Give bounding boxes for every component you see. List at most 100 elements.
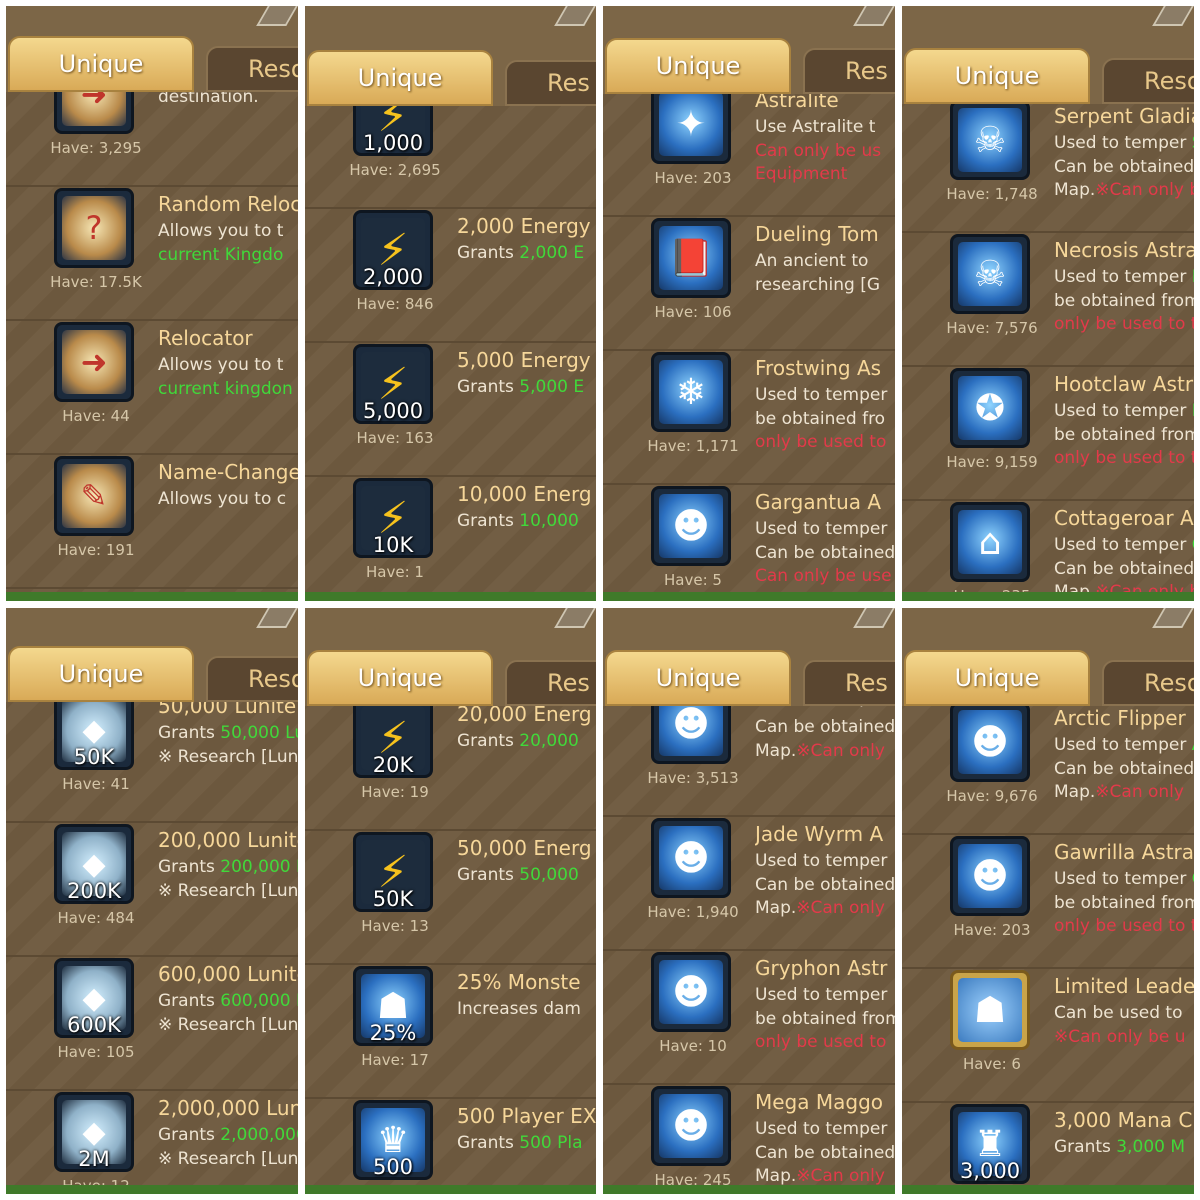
mega-maggot-astral-icon[interactable]: ☻ xyxy=(651,1086,731,1166)
inventory-item[interactable]: ? Have: 17.5K Random Reloc Allows you to t c… xyxy=(6,182,298,321)
description-text: An ancient to xyxy=(755,251,869,271)
close-button[interactable] xyxy=(853,608,895,628)
inventory-item[interactable]: ➜ Have: 44 Relocator Allows you to t current… xyxy=(6,316,298,455)
cottageroar-astral-icon[interactable]: ⌂ xyxy=(950,502,1030,582)
tab-unique[interactable]: Unique xyxy=(605,38,791,94)
monster-damage-boost-icon[interactable]: ☗ 25% xyxy=(353,966,433,1046)
relocator-icon[interactable]: ➜ xyxy=(54,322,134,402)
tab-unique[interactable]: Unique xyxy=(8,36,194,92)
inventory-item[interactable]: ☗ Have: 6 Limited Leade Can be used to ※Can … xyxy=(902,964,1194,1103)
close-button[interactable] xyxy=(853,6,895,26)
tab-unique[interactable]: Unique xyxy=(307,50,493,106)
tab-resources[interactable]: Res xyxy=(505,660,596,706)
tab-unique[interactable]: Unique xyxy=(8,646,194,702)
mana-throne-icon[interactable]: ♜ 3,000 xyxy=(950,1104,1030,1184)
gawrilla-astral-icon[interactable]: ☻ xyxy=(950,836,1030,916)
tab-bar: Unique Res xyxy=(305,6,596,106)
energy-bolt-icon[interactable]: ⚡ 50K xyxy=(353,832,433,912)
lunite-crystal-icon[interactable]: ◆ 200K xyxy=(54,824,134,904)
tab-resources[interactable]: Reso xyxy=(206,46,298,92)
tab-unique[interactable]: Unique xyxy=(904,650,1090,706)
tab-resources[interactable]: Res xyxy=(505,60,596,106)
energy-bolt-icon[interactable]: ⚡ 10K xyxy=(353,478,433,558)
item-name: Name-Change xyxy=(158,460,298,484)
inventory-item[interactable]: ◆ 600K Have: 105 600,000 Lunite Grants 600,0… xyxy=(6,952,298,1091)
item-name: Limited Leade xyxy=(1054,974,1194,998)
inventory-item[interactable]: ⚡ 5,000 Have: 163 5,000 Energy Grants 5,000 … xyxy=(305,338,596,477)
inventory-item[interactable]: ☻ Have: 245 Mega Maggo Used to temper Can be… xyxy=(603,1080,895,1194)
close-button[interactable] xyxy=(554,6,596,26)
tab-unique[interactable]: Unique xyxy=(605,650,791,706)
gryphon-astral-icon[interactable]: ☻ xyxy=(651,952,731,1032)
item-description: Grants 50,000 xyxy=(457,865,596,885)
item-name: Gawrilla Astra xyxy=(1054,840,1194,864)
dueling-tome-icon[interactable]: 📕 xyxy=(651,218,731,298)
item-name: Jade Wyrm A xyxy=(755,822,884,846)
limited-leader-mask-icon[interactable]: ☗ xyxy=(950,970,1030,1050)
close-button[interactable] xyxy=(554,608,596,628)
energy-bolt-icon[interactable]: ⚡ 5,000 xyxy=(353,344,433,424)
lunite-crystal-icon[interactable]: ◆ 2M xyxy=(54,1092,134,1172)
warning-text: only be used to te xyxy=(1054,314,1194,334)
arctic-flipper-astral-icon[interactable]: ☻ xyxy=(950,702,1030,782)
tab-resources[interactable]: Resou xyxy=(1102,58,1194,104)
item-name: Necrosis Astra xyxy=(1054,238,1194,262)
item-description: Grants 50,000 Lu xyxy=(158,723,298,743)
close-button[interactable] xyxy=(256,608,298,628)
tab-resources[interactable]: Res xyxy=(803,48,895,94)
inventory-item[interactable]: ◆2M Have: 12 2,000,000 Lunit Grants 2,000,0… xyxy=(6,1086,298,1194)
inventory-item[interactable]: ⚡ 10K Have: 1 10,000 Energ Grants 10,000 xyxy=(305,472,596,601)
inventory-item[interactable]: ✎ Have: 191 Name-Change Allows you to c xyxy=(6,450,298,589)
tab-bar: Unique Res xyxy=(305,608,596,706)
tab-unique[interactable]: Unique xyxy=(904,48,1090,104)
name-change-icon[interactable]: ✎ xyxy=(54,456,134,536)
inventory-item[interactable]: ☗ 25% Have: 17 25% Monste Increases dam xyxy=(305,960,596,1099)
inventory-item[interactable]: ☠ Have: 7,576 Necrosis Astra Used to temper… xyxy=(902,228,1194,367)
frostwing-astral-icon[interactable]: ❄ xyxy=(651,352,731,432)
description-text: Used to temper xyxy=(1054,401,1192,421)
inventory-item[interactable]: ⚡ 20K Have: 19 20,000 Energ Grants 20,000 xyxy=(305,692,596,831)
tab-resources[interactable]: Resou xyxy=(206,656,298,702)
inventory-item[interactable]: ☻ Have: 9,676 Arctic Flipper Used to temper… xyxy=(902,696,1194,835)
inventory-item[interactable]: ☻ Have: 1,940 Jade Wyrm A Used to temper Can… xyxy=(603,812,895,951)
inventory-item[interactable]: ♛ 500 500 Player EX Grants 500 Pla xyxy=(305,1094,596,1194)
gargantua-astral-icon[interactable]: ☻ xyxy=(651,486,731,566)
item-name: Arctic Flipper xyxy=(1054,706,1186,730)
icon-amount-label: 2M xyxy=(78,1147,110,1171)
inventory-item[interactable]: ✦ Have: 203 Astralite Use Astralite t Can on… xyxy=(603,78,895,217)
lunite-crystal-icon[interactable]: ◆ 50K xyxy=(54,690,134,770)
close-button[interactable] xyxy=(1152,6,1194,26)
hootclaw-astral-icon[interactable]: ✪ xyxy=(950,368,1030,448)
inventory-item[interactable]: 📕 Have: 106 Dueling Tom An ancient to resear… xyxy=(603,212,895,351)
item-description: only be used to te xyxy=(1054,314,1194,334)
close-button[interactable] xyxy=(256,6,298,26)
tab-unique[interactable]: Unique xyxy=(307,650,493,706)
warning-text: ※Can only be u xyxy=(1054,1027,1186,1047)
close-button[interactable] xyxy=(1152,608,1194,628)
lunite-crystal-icon[interactable]: ◆ 600K xyxy=(54,958,134,1038)
inventory-item[interactable]: ☠ Have: 1,748 Serpent Gladia Used to temper… xyxy=(902,94,1194,233)
energy-bolt-icon[interactable]: ⚡ 2,000 xyxy=(353,210,433,290)
inventory-item[interactable]: ♜ 3,000 3,000 Mana C Grants 3,000 M xyxy=(902,1098,1194,1194)
inventory-item[interactable]: ☻ Have: 10 Gryphon Astr Used to temper be ob… xyxy=(603,946,895,1085)
item-description: be obtained from xyxy=(1054,893,1194,913)
serpent-gladiator-astral-icon[interactable]: ☠ xyxy=(950,100,1030,180)
necrosis-astral-icon[interactable]: ☠ xyxy=(950,234,1030,314)
inventory-item[interactable]: ☻ Have: 5 Gargantua A Used to temper Can be … xyxy=(603,480,895,601)
random-relocator-icon[interactable]: ? xyxy=(54,188,134,268)
astralite-icon[interactable]: ✦ xyxy=(651,84,731,164)
tab-resources[interactable]: Res xyxy=(803,660,895,706)
inventory-item[interactable]: ✪ Have: 9,159 Hootclaw Astra Used to temper… xyxy=(902,362,1194,501)
energy-bolt-icon[interactable]: ⚡ 20K xyxy=(353,698,433,778)
description-text: Can be obtained xyxy=(755,875,895,895)
inventory-item[interactable]: ⌂ Have: 235 Cottageroar As Used to temper C… xyxy=(902,496,1194,601)
inventory-item[interactable]: ⚡ 2,000 Have: 846 2,000 Energy Grants 2,000 … xyxy=(305,204,596,343)
player-exp-crown-icon[interactable]: ♛ 500 xyxy=(353,1100,433,1180)
inventory-item[interactable]: ◆ 50K Have: 41 50,000 Lunite Grants 50,000 L… xyxy=(6,684,298,823)
jade-wyrm-astral-icon[interactable]: ☻ xyxy=(651,818,731,898)
inventory-item[interactable]: ◆ 200K Have: 484 200,000 Lunite Grants 200,0… xyxy=(6,818,298,957)
inventory-item[interactable]: ☻ Have: 203 Gawrilla Astra Used to temper G… xyxy=(902,830,1194,969)
inventory-item[interactable]: ❄ Have: 1,171 Frostwing As Used to temper be… xyxy=(603,346,895,485)
tab-resources[interactable]: Reso xyxy=(1102,660,1194,706)
inventory-item[interactable]: ⚡ 50K Have: 13 50,000 Energ Grants 50,000 xyxy=(305,826,596,965)
